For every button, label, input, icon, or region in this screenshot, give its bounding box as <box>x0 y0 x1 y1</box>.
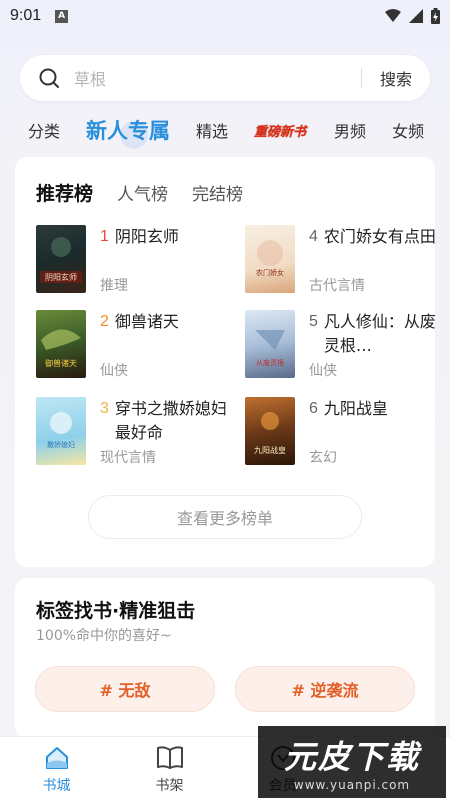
book-cover: 九阳战皇 <box>245 397 295 465</box>
watermark-logo: 元皮下载 www.yuanpi.com <box>258 726 446 798</box>
book-info: 6 九阳战皇 玄幻 <box>309 397 445 466</box>
rank-number: 2 <box>100 313 109 330</box>
ranking-tabs: 推荐榜 人气榜 完结榜 <box>36 179 243 206</box>
search-input[interactable]: 草根 <box>74 66 361 90</box>
book-cover: 从废灵根 <box>245 310 295 378</box>
book-category: 仙侠 <box>100 363 128 379</box>
bookstore-icon <box>45 747 68 769</box>
book-cover: 御兽诸天 <box>36 310 86 378</box>
book-item[interactable]: 阴阳玄师 1 阴阳玄师 推理 <box>36 225 236 295</box>
tag-section-subtitle: 100%命中你的喜好~ <box>36 628 172 644</box>
book-item[interactable]: 从废灵根 5 凡人修仙：从废灵根… 仙侠 <box>245 310 445 380</box>
svg-text:九阳战皇: 九阳战皇 <box>254 445 286 455</box>
nav-bookstore[interactable]: 书城 <box>0 737 113 800</box>
tag-pill[interactable]: # 逆袭流 <box>235 666 415 712</box>
tag-finder-card: 标签找书·精准狙击 100%命中你的喜好~ # 无敌 # 逆袭流 <box>15 578 435 738</box>
book-category: 推理 <box>100 278 128 294</box>
book-title: 九阳战皇 <box>323 399 388 418</box>
search-divider <box>360 68 362 88</box>
tab-newcomer[interactable]: 新人专属 <box>86 115 170 149</box>
book-item[interactable]: 撒娇媳妇 3 穿书之撒娇媳妇最好命 现代言情 <box>36 397 236 467</box>
watermark-url: www.yuanpi.com <box>293 778 411 792</box>
status-time: 9:01 <box>10 7 42 24</box>
top-tabs: 分类 新人专属 精选 重磅新书 男频 女频 <box>0 110 450 150</box>
nav-bookshelf-label: 书架 <box>155 778 184 794</box>
tag-section-title: 标签找书·精准狙击 <box>36 600 196 622</box>
wifi-icon <box>385 9 401 22</box>
tab-recommend-rank[interactable]: 推荐榜 <box>36 179 93 206</box>
tab-new-books-promo[interactable]: 重磅新书 <box>254 119 306 142</box>
rank-number: 5 <box>309 313 318 330</box>
book-title: 穿书之撒娇媳妇最好命 <box>114 399 227 442</box>
book-title: 御兽诸天 <box>114 312 179 331</box>
svg-text:御兽诸天: 御兽诸天 <box>45 358 77 368</box>
book-info: 1 阴阳玄师 推理 <box>100 225 236 294</box>
svg-text:从废灵根: 从废灵根 <box>256 358 284 367</box>
book-cover: 撒娇媳妇 <box>36 397 86 465</box>
battery-icon <box>431 8 440 24</box>
bookshelf-icon <box>156 746 183 769</box>
book-cover: 阴阳玄师 <box>36 225 86 293</box>
svg-text:农门娇女: 农门娇女 <box>256 268 284 277</box>
notification-icon: A <box>55 9 69 23</box>
book-title: 阴阳玄师 <box>114 227 179 246</box>
book-item[interactable]: 农门娇女 4 农门娇女有点田 古代言情 <box>245 225 445 295</box>
rank-number: 3 <box>100 400 109 417</box>
tab-popular-rank[interactable]: 人气榜 <box>117 180 168 205</box>
tab-completed-rank[interactable]: 完结榜 <box>192 180 243 205</box>
tag-pill[interactable]: # 无敌 <box>35 666 215 712</box>
status-icons <box>385 8 440 24</box>
book-info: 5 凡人修仙：从废灵根… 仙侠 <box>309 310 445 379</box>
nav-bookshelf[interactable]: 书架 <box>113 737 226 800</box>
search-icon <box>39 68 59 88</box>
book-info: 3 穿书之撒娇媳妇最好命 现代言情 <box>100 397 236 466</box>
book-category: 玄幻 <box>309 450 337 466</box>
book-title: 农门娇女有点田 <box>323 227 436 246</box>
book-item[interactable]: 御兽诸天 2 御兽诸天 仙侠 <box>36 310 236 380</box>
svg-text:撒娇媳妇: 撒娇媳妇 <box>47 440 75 449</box>
rank-number: 4 <box>309 228 318 245</box>
nav-bookstore-label: 书城 <box>42 778 71 794</box>
book-category: 现代言情 <box>100 450 156 466</box>
tab-male[interactable]: 男频 <box>334 118 366 142</box>
book-category: 仙侠 <box>309 363 337 379</box>
watermark-text: 元皮下载 <box>283 738 420 776</box>
tab-category[interactable]: 分类 <box>28 118 60 142</box>
ranking-card: 推荐榜 人气榜 完结榜 阴阳玄师 1 阴阳玄师 推理 御兽诸天 2 御兽诸天 仙侠 … <box>15 157 436 567</box>
book-item[interactable]: 九阳战皇 6 九阳战皇 玄幻 <box>245 397 445 467</box>
book-category: 古代言情 <box>309 278 365 294</box>
signal-icon <box>409 9 423 23</box>
book-info: 4 农门娇女有点田 古代言情 <box>309 225 445 294</box>
tab-featured[interactable]: 精选 <box>196 118 228 142</box>
search-bar[interactable]: 草根 搜索 <box>20 55 430 101</box>
svg-text:阴阳玄师: 阴阳玄师 <box>45 272 77 282</box>
rank-number: 6 <box>309 400 318 417</box>
book-info: 2 御兽诸天 仙侠 <box>100 310 236 379</box>
search-button[interactable]: 搜索 <box>380 66 412 90</box>
status-bar: 9:01 A <box>0 0 450 32</box>
book-title: 凡人修仙：从废灵根… <box>323 312 436 355</box>
book-cover: 农门娇女 <box>245 225 295 293</box>
more-rankings-button[interactable]: 查看更多榜单 <box>88 495 362 539</box>
rank-number: 1 <box>100 228 109 245</box>
tab-female[interactable]: 女频 <box>392 118 424 142</box>
